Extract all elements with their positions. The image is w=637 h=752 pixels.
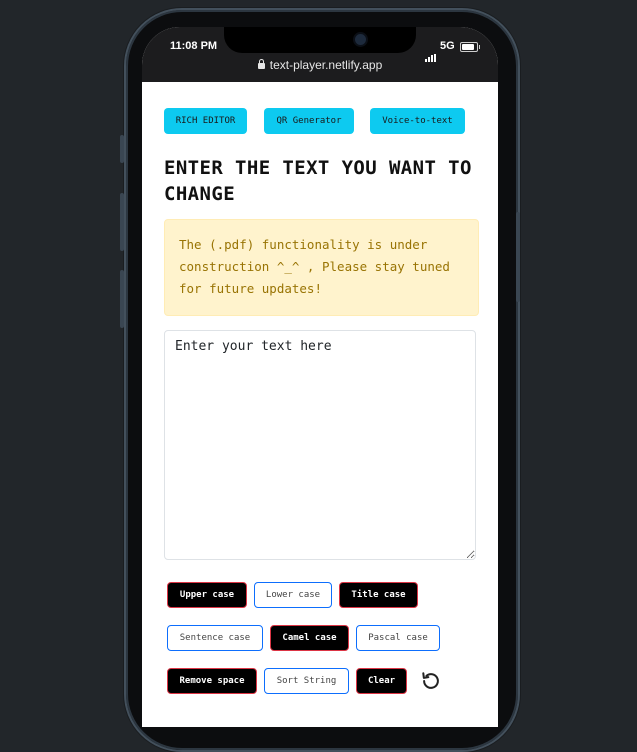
status-time: 11:08 PM [170,40,218,52]
status-bar: 11:08 PM 5G text-player.netlify.app [142,27,498,82]
battery-icon [460,42,480,52]
notch [224,27,416,53]
address-bar[interactable]: text-player.netlify.app [142,58,498,72]
lock-icon [257,59,265,69]
title-case-button[interactable]: Title case [339,582,418,608]
voice-to-text-button[interactable]: Voice-to-text [370,108,465,134]
rotate-ccw-icon[interactable] [420,670,442,692]
page-title: ENTER THE TEXT YOU WANT TO CHANGE [164,157,472,205]
sentence-case-button[interactable]: Sentence case [167,625,263,651]
camel-case-button[interactable]: Camel case [270,625,349,651]
power-button [516,212,520,302]
network-type: 5G [440,40,455,52]
remove-space-button[interactable]: Remove space [167,668,257,694]
pascal-case-button[interactable]: Pascal case [356,625,440,651]
text-input[interactable] [164,330,476,560]
clear-button[interactable]: Clear [356,668,407,694]
upper-case-button[interactable]: Upper case [167,582,247,608]
camera-icon [353,32,368,47]
battery-level [462,44,474,50]
volume-down-button [120,270,124,328]
volume-up-button [120,193,124,251]
phone-screen: 11:08 PM 5G text-player.netlify.app RICH… [142,27,498,727]
qr-generator-button[interactable]: QR Generator [264,108,354,134]
side-button [120,135,124,163]
rich-editor-button[interactable]: RICH EDITOR [164,108,247,134]
url-text: text-player.netlify.app [269,58,383,72]
construction-alert: The (.pdf) functionality is under constr… [164,219,479,316]
lower-case-button[interactable]: Lower case [254,582,332,608]
sort-string-button[interactable]: Sort String [264,668,349,694]
